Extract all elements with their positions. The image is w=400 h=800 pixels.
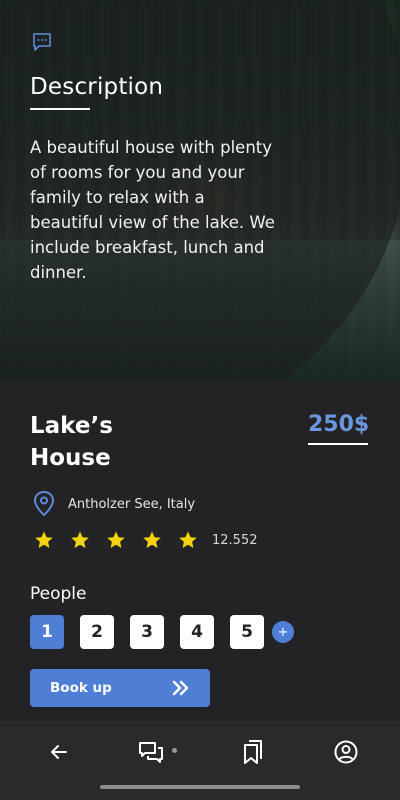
description-text: A beautiful house with plenty of rooms f… [30,138,275,282]
nav-chat[interactable] [137,738,165,766]
bookmarks-icon [244,740,262,764]
nav-bookmarks[interactable] [239,738,267,766]
people-option-2[interactable]: 2 [80,615,114,649]
add-people-button[interactable]: + [272,621,294,643]
location-row: Antholzer See, Italy [32,490,195,518]
people-selector: 1 2 3 4 5 + [30,615,294,649]
nav-back[interactable] [45,738,73,766]
star-icon [35,531,53,548]
bottom-nav [0,721,400,800]
people-option-5[interactable]: 5 [230,615,264,649]
nav-profile[interactable] [332,738,360,766]
description-title: Description [30,74,164,100]
home-indicator[interactable] [100,785,300,789]
book-button[interactable]: Book up [30,669,210,707]
message-icon[interactable] [32,32,52,52]
people-option-4[interactable]: 4 [180,615,214,649]
star-icon [107,531,125,548]
star-icon [71,531,89,548]
book-button-label: Book up [50,680,112,696]
back-arrow-icon [51,745,67,759]
listing-price: 250$ [308,412,370,437]
reviews-count: 12.552 [212,532,258,548]
star-icon [179,531,197,548]
rating: 12.552 [34,530,258,550]
location-text: Antholzer See, Italy [68,496,196,512]
chat-icon [139,742,163,763]
description-underline [30,108,90,110]
price-underline [308,443,368,445]
nav-active-dot [172,748,177,753]
people-option-3[interactable]: 3 [130,615,164,649]
listing-title: Lake’s House [30,413,113,471]
profile-icon [334,740,358,764]
location-pin-icon [33,490,55,517]
people-option-1[interactable]: 1 [30,615,64,649]
people-label: People [30,584,87,604]
double-chevron-right-icon [172,680,189,696]
star-icon [143,531,161,548]
